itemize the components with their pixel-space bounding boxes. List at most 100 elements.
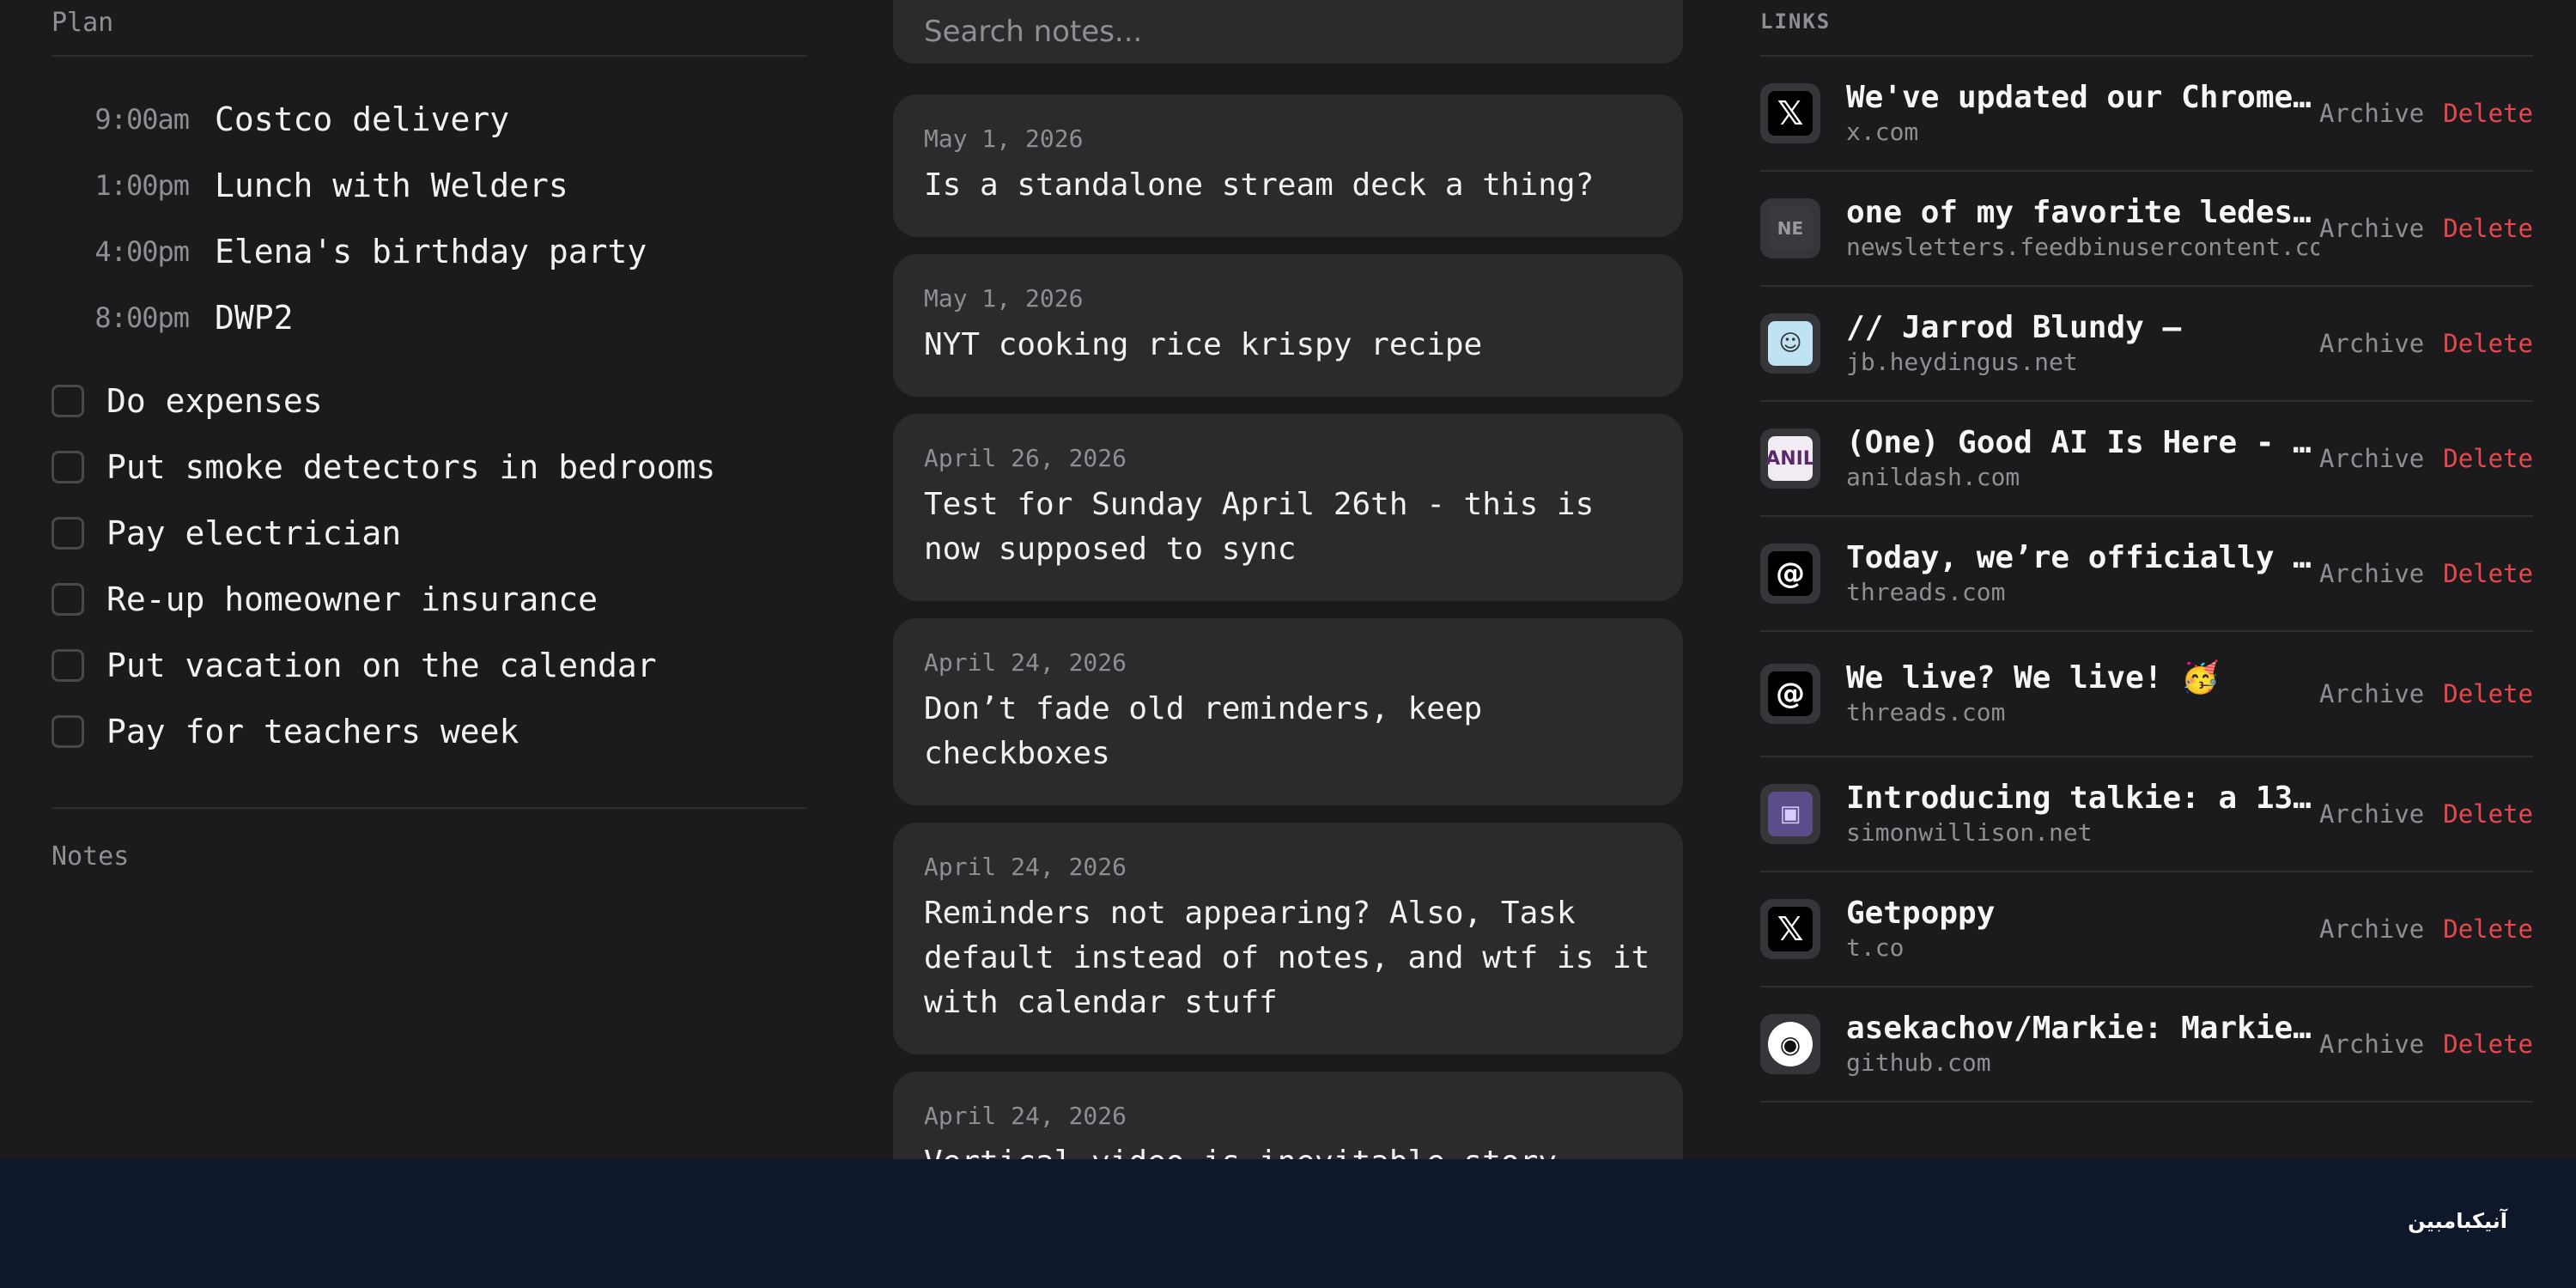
todo-checkbox[interactable] <box>52 384 84 417</box>
agenda-item[interactable]: 1:00pm Lunch with Welders <box>52 152 807 218</box>
todo-item: Pay for teachers week <box>52 698 807 764</box>
note-date: April 24, 2026 <box>924 853 1127 881</box>
agenda-item[interactable]: 4:00pm Elena's birthday party <box>52 218 807 284</box>
note-card[interactable]: April 26, 2026 Test for Sunday April 26t… <box>893 414 1683 601</box>
anil-logo-glyph: ANIL <box>1765 436 1815 481</box>
link-item[interactable]: ◉ asekachov/Markie: Markie... github.com… <box>1760 987 2533 1103</box>
link-item[interactable]: NE one of my favorite ledes ever newslet… <box>1760 172 2533 287</box>
delete-button[interactable]: Delete <box>2443 329 2533 358</box>
note-date: April 26, 2026 <box>924 444 1127 472</box>
link-domain: x.com <box>1846 118 1919 146</box>
link-title[interactable]: We've updated our Chrome... <box>1846 79 2319 117</box>
delete-button[interactable]: Delete <box>2443 99 2533 128</box>
link-actions: Archive Delete <box>2319 329 2533 358</box>
link-text: (One) Good AI Is Here - Anil... anildash… <box>1846 424 2319 493</box>
todo-label[interactable]: Do expenses <box>106 382 323 420</box>
note-text: Reminders not appearing? Also, Task defa… <box>924 896 1650 1020</box>
link-domain: jb.heydingus.net <box>1846 348 2078 376</box>
link-title[interactable]: Getpoppy <box>1846 895 2319 933</box>
github-logo-icon: ◉ <box>1760 1014 1820 1074</box>
link-item[interactable]: ☺ // Jarrod Blundy — jb.heydingus.net Ar… <box>1760 287 2533 402</box>
todo-label[interactable]: Put smoke detectors in bedrooms <box>106 448 715 486</box>
todo-checkbox[interactable] <box>52 582 84 616</box>
note-date: April 24, 2026 <box>924 1102 1127 1130</box>
delete-button[interactable]: Delete <box>2443 559 2533 588</box>
link-title[interactable]: // Jarrod Blundy — <box>1846 309 2319 347</box>
todo-label[interactable]: Put vacation on the calendar <box>106 647 657 684</box>
link-title[interactable]: We live? We live! 🥳 <box>1846 659 2319 697</box>
links-column: LINKS 𝕏 We've updated our Chrome... x.co… <box>1760 0 2533 1103</box>
todo-item: Put vacation on the calendar <box>52 632 807 698</box>
todo-checkbox[interactable] <box>52 714 84 748</box>
link-title[interactable]: asekachov/Markie: Markie... <box>1846 1010 2319 1048</box>
note-card[interactable]: April 24, 2026 Reminders not appearing? … <box>893 823 1683 1054</box>
archive-button[interactable]: Archive <box>2319 559 2424 588</box>
agenda-time: 8:00pm <box>94 301 190 334</box>
links-heading: LINKS <box>1760 0 2533 57</box>
archive-button[interactable]: Archive <box>2319 444 2424 473</box>
link-title[interactable]: (One) Good AI Is Here - Anil... <box>1846 424 2319 462</box>
link-item[interactable]: ▣ Introducing talkie: a 13B vin... simon… <box>1760 757 2533 872</box>
archive-button[interactable]: Archive <box>2319 679 2424 708</box>
link-actions: Archive Delete <box>2319 679 2533 708</box>
threads-logo-glyph: @ <box>1768 551 1813 596</box>
todo-item: Do expenses <box>52 368 807 434</box>
delete-button[interactable]: Delete <box>2443 444 2533 473</box>
plan-column: Plan 9:00am Costco delivery 1:00pm Lunch… <box>52 0 807 872</box>
link-title[interactable]: one of my favorite ledes ever <box>1846 194 2319 232</box>
note-text: NYT cooking rice krispy recipe <box>924 327 1483 362</box>
simonwillison-logo-icon: ▣ <box>1760 784 1820 844</box>
archive-button[interactable]: Archive <box>2319 329 2424 358</box>
note-date: April 24, 2026 <box>924 648 1127 677</box>
agenda-title: DWP2 <box>215 298 294 337</box>
link-text: asekachov/Markie: Markie... github.com <box>1846 1010 2319 1078</box>
todo-label[interactable]: Pay for teachers week <box>106 713 519 750</box>
simonwillison-logo-glyph: ▣ <box>1768 792 1813 836</box>
link-actions: Archive Delete <box>2319 1030 2533 1059</box>
link-item[interactable]: @ Today, we’re officially laun... thread… <box>1760 517 2533 632</box>
link-domain: newsletters.feedbinusercontent.com <box>1846 233 2320 261</box>
note-card[interactable]: May 1, 2026 NYT cooking rice krispy reci… <box>893 254 1683 397</box>
brand-watermark: آنیکبامبین <box>2408 1209 2507 1233</box>
todo-label[interactable]: Pay electrician <box>106 514 401 552</box>
delete-button[interactable]: Delete <box>2443 1030 2533 1059</box>
avatar-face-icon: ☺ <box>1760 313 1820 374</box>
link-item[interactable]: 𝕏 Getpoppy t.co Archive Delete <box>1760 872 2533 987</box>
link-item[interactable]: @ We live? We live! 🥳 threads.com Archiv… <box>1760 632 2533 757</box>
agenda-item[interactable]: 8:00pm DWP2 <box>52 284 807 350</box>
note-card[interactable]: April 24, 2026 Don’t fade old reminders,… <box>893 618 1683 805</box>
link-text: We've updated our Chrome... x.com <box>1846 79 2319 148</box>
agenda-title: Lunch with Welders <box>215 166 568 204</box>
delete-button[interactable]: Delete <box>2443 214 2533 243</box>
todo-label[interactable]: Re-up homeowner insurance <box>106 580 598 618</box>
note-card[interactable]: May 1, 2026 Is a standalone stream deck … <box>893 94 1683 237</box>
link-item[interactable]: 𝕏 We've updated our Chrome... x.com Arch… <box>1760 57 2533 172</box>
link-actions: Archive Delete <box>2319 559 2533 588</box>
todo-checkbox[interactable] <box>52 648 84 682</box>
avatar-face-glyph: ☺ <box>1768 321 1813 366</box>
note-text: Don’t fade old reminders, keep checkboxe… <box>924 691 1483 771</box>
delete-button[interactable]: Delete <box>2443 799 2533 829</box>
note-card[interactable]: April 24, 2026 Vertical video is inevita… <box>893 1072 1683 1159</box>
todo-checkbox[interactable] <box>52 516 84 550</box>
note-text: Test for Sunday April 26th - this is now… <box>924 487 1595 567</box>
delete-button[interactable]: Delete <box>2443 914 2533 944</box>
ne-initials-glyph: NE <box>1768 206 1813 251</box>
delete-button[interactable]: Delete <box>2443 679 2533 708</box>
link-title[interactable]: Introducing talkie: a 13B vin... <box>1846 780 2319 817</box>
archive-button[interactable]: Archive <box>2319 214 2424 243</box>
section-divider <box>52 807 807 809</box>
archive-button[interactable]: Archive <box>2319 799 2424 829</box>
anil-logo-icon: ANIL <box>1760 428 1820 489</box>
todo-item: Re-up homeowner insurance <box>52 566 807 632</box>
agenda-item[interactable]: 9:00am Costco delivery <box>52 86 807 152</box>
link-text: // Jarrod Blundy — jb.heydingus.net <box>1846 309 2319 378</box>
link-text: Getpoppy t.co <box>1846 895 2319 963</box>
archive-button[interactable]: Archive <box>2319 99 2424 128</box>
todo-checkbox[interactable] <box>52 450 84 483</box>
link-title[interactable]: Today, we’re officially laun... <box>1846 539 2319 577</box>
search-input[interactable]: Search notes... <box>893 0 1683 64</box>
archive-button[interactable]: Archive <box>2319 914 2424 944</box>
link-item[interactable]: ANIL (One) Good AI Is Here - Anil... ani… <box>1760 402 2533 517</box>
archive-button[interactable]: Archive <box>2319 1030 2424 1059</box>
